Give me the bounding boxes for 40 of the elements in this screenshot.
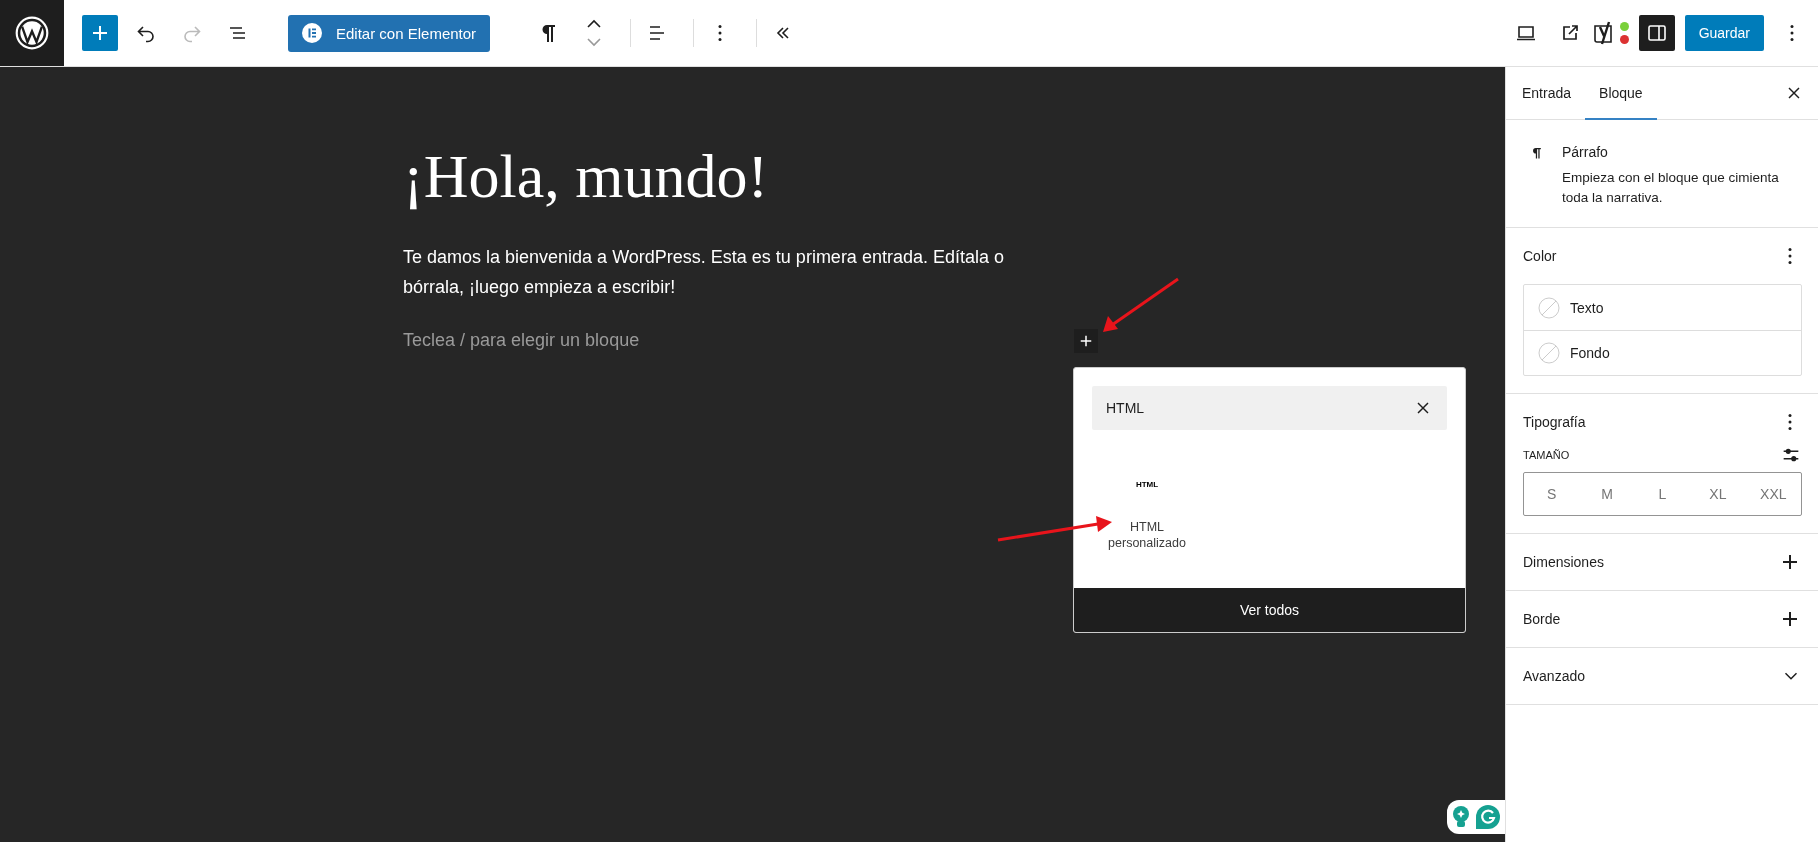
font-size-option[interactable]: XL [1690, 473, 1746, 516]
view-all-button[interactable]: Ver todos [1074, 588, 1465, 632]
panel-title: Dimensiones [1523, 554, 1604, 571]
size-label: TAMAÑO [1523, 449, 1570, 462]
color-setting-item[interactable]: Texto [1524, 285, 1801, 331]
block-name: Párrafo [1561, 144, 1609, 160]
elementor-icon [302, 23, 322, 43]
assistant-logo-icon [1475, 804, 1501, 830]
block-description: Empieza con el bloque que cimienta toda la narrativa. [1561, 169, 1780, 207]
html-block-icon: HTML [1135, 480, 1159, 489]
sidebar-tab[interactable]: Bloque [1585, 67, 1657, 120]
no-color-swatch-icon [1538, 296, 1560, 319]
settings-panel-toggle[interactable] [1638, 15, 1675, 51]
more-vertical-icon [1790, 25, 1794, 41]
more-vertical-icon [1788, 414, 1792, 431]
add-block-button[interactable] [1074, 329, 1098, 353]
panel-title: Borde [1523, 611, 1561, 628]
writing-assistant-widget[interactable] [1447, 800, 1505, 834]
add-block-button[interactable] [82, 15, 118, 51]
post-title[interactable]: ¡Hola, mundo! [403, 141, 1083, 212]
panel-title: Color [1523, 248, 1557, 265]
font-size-option[interactable]: S [1524, 473, 1580, 516]
panel-title: Tipografía [1523, 414, 1586, 431]
font-size-option[interactable]: L [1634, 473, 1691, 516]
block-result-item[interactable]: HTML HTML personalizado [1092, 480, 1202, 588]
font-size-option[interactable]: XXL [1745, 473, 1802, 516]
lightbulb-icon [1451, 805, 1471, 829]
sidebar-tab[interactable]: Entrada [1508, 67, 1586, 120]
no-color-swatch-icon [1538, 342, 1560, 365]
empty-block-placeholder[interactable]: Teclea / para elegir un bloque [403, 316, 640, 352]
edit-with-elementor-button[interactable]: Editar con Elementor [288, 14, 491, 52]
panel-title: Avanzado [1523, 668, 1585, 685]
more-vertical-icon [1788, 248, 1792, 265]
save-button[interactable]: Guardar [1684, 15, 1764, 51]
font-size-option[interactable]: M [1579, 473, 1635, 516]
wordpress-logo-icon [14, 15, 50, 51]
more-vertical-icon [718, 25, 723, 41]
color-setting-item[interactable]: Fondo [1524, 330, 1801, 376]
block-search-field[interactable]: HTML [1092, 386, 1447, 430]
paragraph-block[interactable]: Te damos la bienvenida a WordPress. Esta es tu primera entrada. Edítala o bórrala, ¡luego empieza a escribir! [403, 242, 1068, 303]
